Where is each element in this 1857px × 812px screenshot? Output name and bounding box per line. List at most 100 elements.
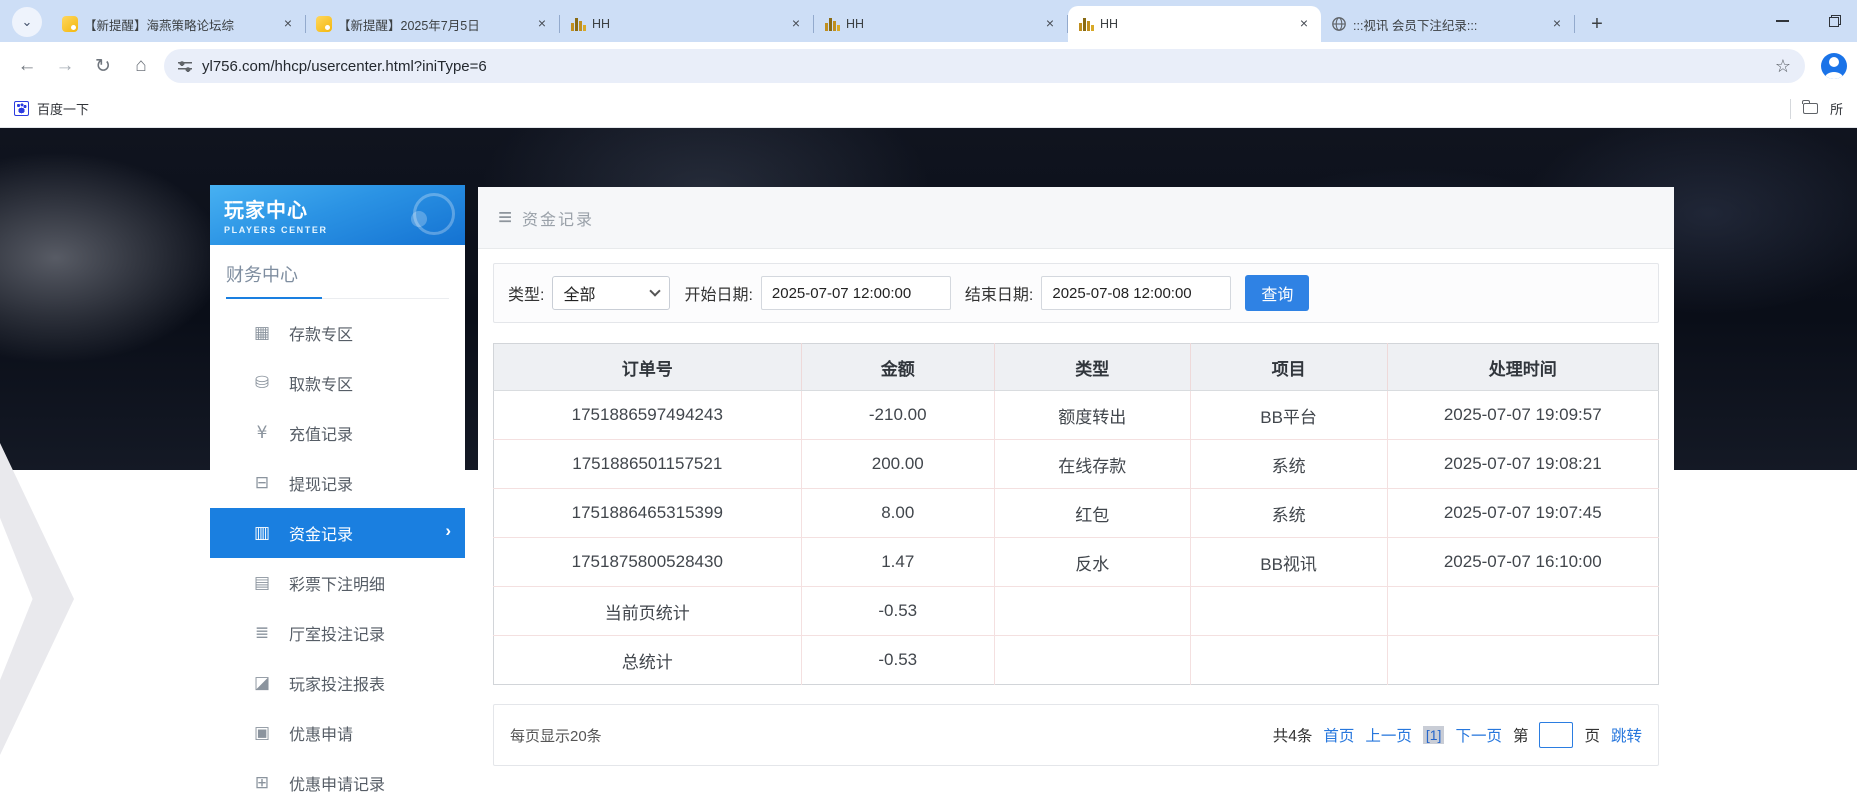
cell-empty — [994, 587, 1190, 636]
hh-icon — [570, 17, 586, 31]
sidebar-item-promo-apply[interactable]: ▣ 优惠申请 — [210, 708, 465, 758]
table-header-row: 订单号 金额 类型 项目 处理时间 — [494, 344, 1659, 391]
cell-amount: 8.00 — [801, 489, 994, 538]
close-icon[interactable]: × — [1041, 15, 1059, 33]
sidebar-item-label: 充值记录 — [289, 421, 353, 445]
type-select-value: 全部 — [563, 281, 595, 305]
close-icon[interactable]: × — [279, 15, 297, 33]
all-bookmarks-label[interactable]: 所 — [1830, 99, 1843, 118]
filter-bar: 类型: 全部 开始日期: 结束日期: 查询 — [493, 263, 1659, 323]
cell-order-id: 1751886501157521 — [494, 440, 802, 489]
cell-project: BB平台 — [1190, 391, 1387, 440]
chevron-watermark — [0, 443, 74, 755]
sidebar-header: 玩家中心 PLAYERS CENTER — [210, 185, 465, 245]
tab-title: HH — [846, 17, 1035, 31]
cell-amount: 1.47 — [801, 538, 994, 587]
new-tab-button[interactable]: + — [1583, 10, 1611, 38]
tab-video-records[interactable]: :::视讯 会员下注纪录::: × — [1321, 6, 1574, 42]
minimize-icon[interactable] — [1776, 20, 1789, 22]
start-date-input[interactable] — [761, 276, 951, 310]
tab-divider — [1574, 15, 1575, 33]
site-settings-icon[interactable] — [178, 59, 192, 74]
cell-empty — [994, 636, 1190, 685]
end-date-input[interactable] — [1041, 276, 1231, 310]
forum-icon — [316, 16, 332, 32]
forward-icon[interactable]: → — [46, 55, 84, 77]
close-icon[interactable]: × — [787, 15, 805, 33]
home-icon[interactable]: ⌂ — [122, 55, 160, 77]
sidebar-menu: ▦ 存款专区 ⛁ 取款专区 ¥ 充值记录 ⊟ 提现记录 ▥ 资金记录 — [210, 299, 465, 808]
cell-empty — [1190, 587, 1387, 636]
profile-avatar[interactable] — [1821, 53, 1847, 79]
cell-amount: -0.53 — [801, 587, 994, 636]
tab-search-button[interactable]: ⌄ — [12, 7, 42, 37]
table-row: 1751886501157521 200.00 在线存款 系统 2025-07-… — [494, 440, 1659, 489]
cell-empty — [1387, 636, 1658, 685]
promo-record-icon: ⊞ — [250, 773, 274, 793]
table-summary-row-total: 总统计 -0.53 — [494, 636, 1659, 685]
close-icon[interactable]: × — [533, 15, 551, 33]
tab-title: 【新提醒】海燕策略论坛综 — [84, 15, 273, 34]
type-label: 类型: — [508, 281, 544, 305]
sidebar: 玩家中心 PLAYERS CENTER 财务中心 ▦ 存款专区 ⛁ 取款专区 ¥… — [210, 185, 465, 812]
hh-icon — [1078, 17, 1094, 31]
sidebar-item-promo-record[interactable]: ⊞ 优惠申请记录 — [210, 758, 465, 808]
bookmark-star-icon[interactable]: ☆ — [1775, 56, 1791, 77]
jump-page-input[interactable] — [1539, 722, 1573, 748]
bookmark-baidu[interactable]: 百度一下 — [14, 99, 89, 118]
cell-type: 反水 — [994, 538, 1190, 587]
sidebar-item-withdraw[interactable]: ⛁ 取款专区 — [210, 358, 465, 408]
jump-link[interactable]: 跳转 — [1611, 724, 1642, 746]
start-date-label: 开始日期: — [684, 281, 752, 305]
sidebar-item-funds-record[interactable]: ▥ 资金记录 › — [210, 508, 465, 558]
browser-toolbar: ← → ↻ ⌂ yl756.com/hhcp/usercenter.html?i… — [0, 42, 1857, 90]
cell-order-id: 1751886465315399 — [494, 489, 802, 538]
tab-forum-2[interactable]: 【新提醒】2025年7月5日 × — [306, 6, 559, 42]
tab-forum-1[interactable]: 【新提醒】海燕策略论坛综 × — [52, 6, 305, 42]
sidebar-item-recharge-record[interactable]: ¥ 充值记录 — [210, 408, 465, 458]
tab-title: :::视讯 会员下注纪录::: — [1353, 15, 1542, 34]
cell-amount: 200.00 — [801, 440, 994, 489]
cell-type: 额度转出 — [994, 391, 1190, 440]
players-center-subtitle: PLAYERS CENTER — [224, 225, 451, 235]
col-amount: 金额 — [801, 344, 994, 391]
type-select[interactable]: 全部 — [552, 276, 670, 310]
col-type: 类型 — [994, 344, 1190, 391]
cell-process-time: 2025-07-07 16:10:00 — [1387, 538, 1658, 587]
close-icon[interactable]: × — [1548, 15, 1566, 33]
hamburger-icon[interactable]: ≡ — [498, 206, 512, 230]
main-body: 类型: 全部 开始日期: 结束日期: 查询 订单号 — [478, 249, 1674, 784]
col-order-id: 订单号 — [494, 344, 802, 391]
baidu-icon — [14, 101, 29, 116]
sidebar-item-withdraw-record[interactable]: ⊟ 提现记录 — [210, 458, 465, 508]
chevron-down-icon — [650, 285, 661, 296]
tab-hh-1[interactable]: HH × — [560, 6, 813, 42]
cell-project: BB视讯 — [1190, 538, 1387, 587]
restore-icon[interactable] — [1829, 15, 1841, 27]
next-page-link[interactable]: 下一页 — [1455, 724, 1502, 746]
current-page-indicator[interactable]: [1] — [1423, 726, 1445, 744]
tab-hh-2[interactable]: HH × — [814, 6, 1067, 42]
folder-icon[interactable] — [1803, 103, 1818, 114]
prev-page-link[interactable]: 上一页 — [1365, 724, 1412, 746]
sidebar-item-lottery-detail[interactable]: ▤ 彩票下注明细 — [210, 558, 465, 608]
pagination-bar: 每页显示20条 共4条 首页 上一页 [1] 下一页 第 页 跳转 — [493, 704, 1659, 766]
jump-suffix-label: 页 — [1584, 724, 1600, 746]
sidebar-item-deposit[interactable]: ▦ 存款专区 — [210, 308, 465, 358]
reload-icon[interactable]: ↻ — [84, 55, 122, 78]
query-button[interactable]: 查询 — [1245, 275, 1309, 311]
address-bar[interactable]: yl756.com/hhcp/usercenter.html?iniType=6… — [164, 49, 1805, 83]
sidebar-item-player-report[interactable]: ◪ 玩家投注报表 — [210, 658, 465, 708]
cell-order-id: 1751886597494243 — [494, 391, 802, 440]
main-panel: ≡ 资金记录 类型: 全部 开始日期: 结束日期: 查询 — [478, 187, 1674, 812]
sidebar-item-hall-bets[interactable]: ≣ 厅室投注记录 — [210, 608, 465, 658]
funds-record-icon: ▥ — [250, 523, 274, 543]
divider — [1790, 99, 1791, 119]
cell-process-time: 2025-07-07 19:08:21 — [1387, 440, 1658, 489]
withdraw-hand-icon: ⛁ — [250, 373, 274, 393]
first-page-link[interactable]: 首页 — [1323, 724, 1354, 746]
back-icon[interactable]: ← — [8, 55, 46, 77]
close-icon[interactable]: × — [1295, 15, 1313, 33]
tab-hh-active[interactable]: HH × — [1068, 6, 1321, 42]
window-controls — [1776, 0, 1857, 42]
